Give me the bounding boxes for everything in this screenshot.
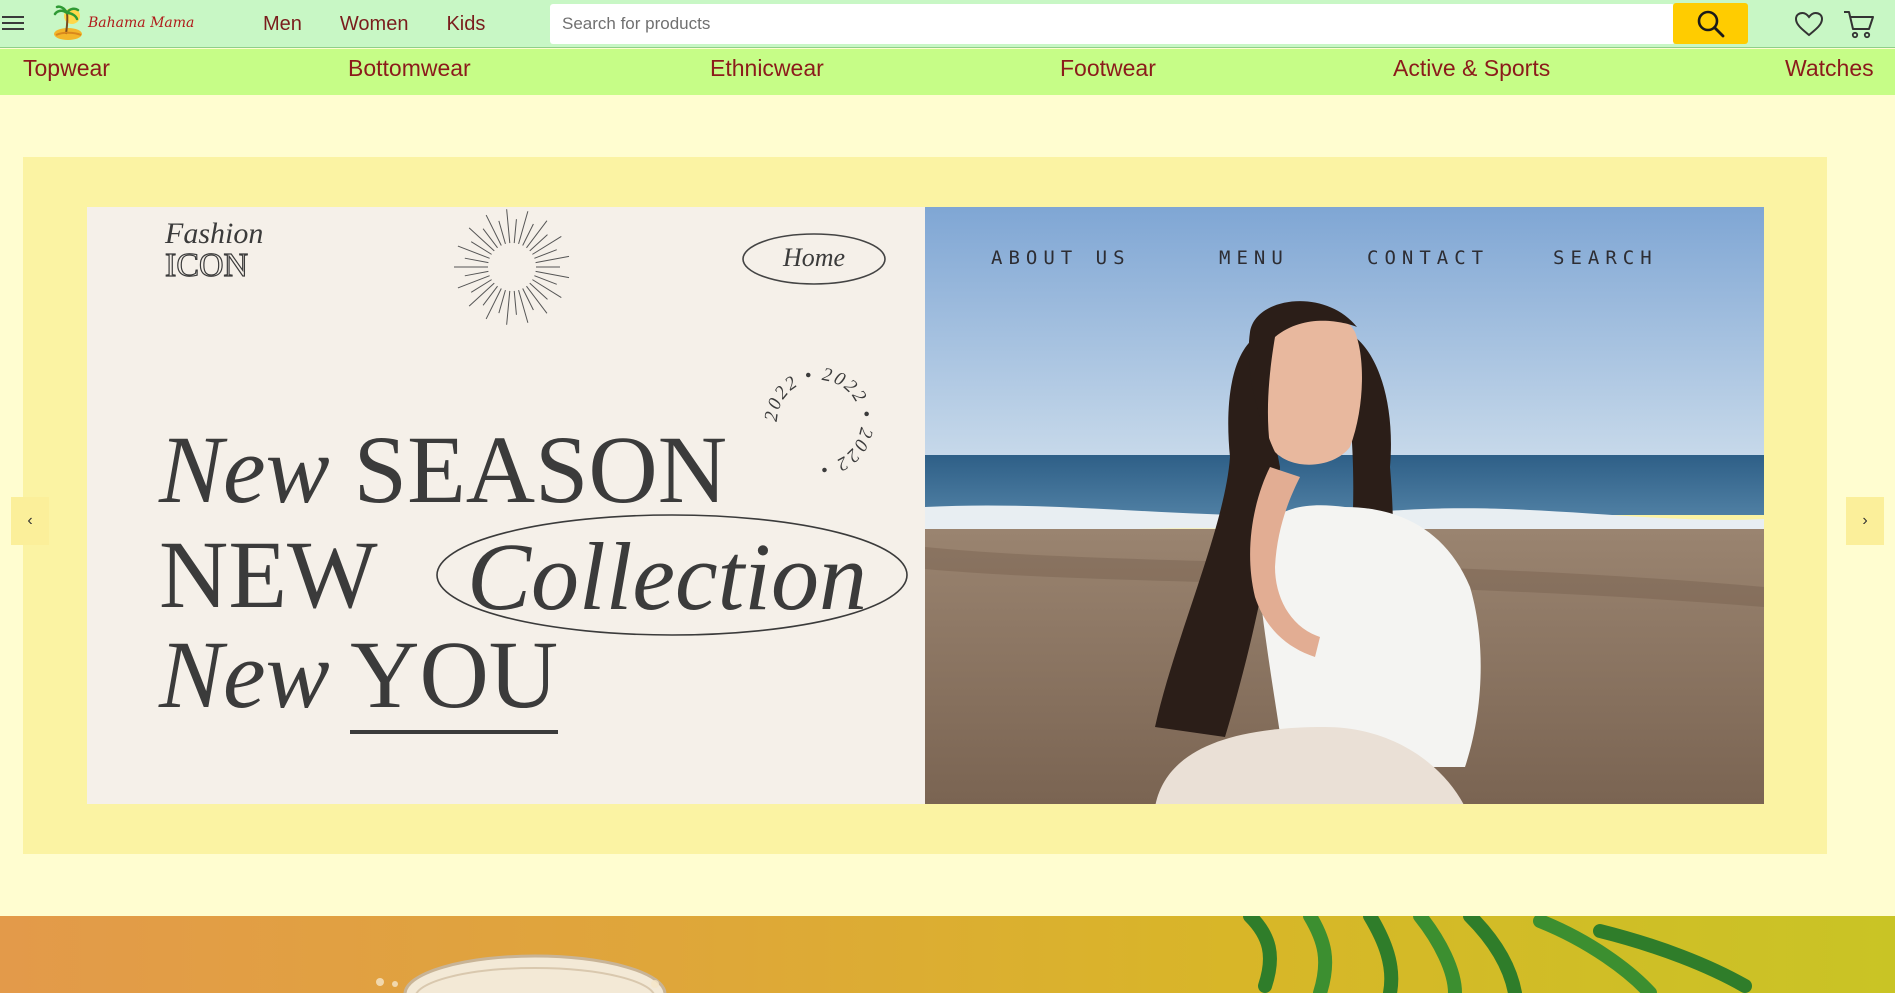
category-footwear[interactable]: Footwear xyxy=(1060,55,1156,82)
sunburst-ray xyxy=(498,289,506,314)
sunburst-ray xyxy=(457,245,490,259)
sunburst-ray xyxy=(529,282,548,300)
carousel-prev-button[interactable]: ‹ xyxy=(11,497,49,545)
headline-season: SEASON xyxy=(353,416,728,523)
banner-text-panel: Fashion ICON Home 2022 • 2022 • 2022 • N… xyxy=(87,207,925,804)
sunburst-ray xyxy=(485,214,502,246)
top-header: Bahama Mama Men Women Kids xyxy=(0,0,1895,48)
headline-new-3: New xyxy=(159,621,330,728)
category-topwear[interactable]: Topwear xyxy=(23,55,110,82)
home-badge[interactable]: Home xyxy=(742,233,886,285)
search-icon xyxy=(1697,10,1724,37)
banner-menu-about: ABOUT US xyxy=(991,247,1131,269)
sunburst-ray xyxy=(522,288,534,311)
sunburst-ray xyxy=(485,288,502,320)
headline-collection: Collection xyxy=(467,523,867,630)
sunburst-ray xyxy=(506,290,511,325)
headline-new-caps: NEW xyxy=(159,521,378,628)
sunburst-ray xyxy=(513,219,517,244)
banner-menu-contact: CONTACT xyxy=(1367,247,1490,269)
sunburst-ray xyxy=(535,255,570,264)
sunburst-ray xyxy=(506,209,511,244)
main-nav: Men Women Kids xyxy=(263,0,485,48)
nav-men[interactable]: Men xyxy=(263,13,302,36)
year-badge-text: 2022 • 2022 • 2022 • xyxy=(761,364,875,480)
home-label: Home xyxy=(782,243,846,272)
sunburst-ray xyxy=(513,290,517,315)
cart-button[interactable] xyxy=(1843,9,1875,39)
sunburst-ray xyxy=(532,279,562,298)
brand-name: Bahama Mama xyxy=(88,15,195,31)
headline-line-2: NEW xyxy=(159,527,378,623)
sunburst-ray xyxy=(482,228,498,249)
banner-photo: ABOUT US MENU CONTACT SEARCH xyxy=(925,207,1764,804)
category-watches[interactable]: Watches xyxy=(1785,55,1874,82)
promo-decoration-image xyxy=(376,916,1752,993)
sunburst-ray xyxy=(535,270,570,279)
wishlist-button[interactable] xyxy=(1793,9,1825,39)
search-button[interactable] xyxy=(1673,3,1748,44)
logo-icon xyxy=(52,4,86,42)
category-active-sports[interactable]: Active & Sports xyxy=(1393,55,1550,82)
banner-menu-search: SEARCH xyxy=(1553,247,1658,269)
sunburst-ray xyxy=(529,234,548,252)
chevron-right-icon: › xyxy=(1862,512,1868,529)
category-bottomwear[interactable]: Bottomwear xyxy=(348,55,471,82)
nav-kids[interactable]: Kids xyxy=(446,13,485,36)
category-bar: Topwear Bottomwear Ethnicwear Footwear A… xyxy=(0,49,1895,95)
sunburst-ray xyxy=(522,223,534,246)
banner-brand-line1: Fashion xyxy=(165,217,264,250)
carousel-next-button[interactable]: › xyxy=(1846,497,1884,545)
hero-banner-slide[interactable]: Fashion ICON Home 2022 • 2022 • 2022 • N… xyxy=(87,207,1764,804)
banner-menu-menu: MENU xyxy=(1219,247,1289,269)
year-circle-badge: 2022 • 2022 • 2022 • xyxy=(761,364,877,480)
menu-icon[interactable] xyxy=(2,12,24,34)
sunburst-ray xyxy=(532,236,562,255)
banner-brand-line2: ICON xyxy=(164,247,249,284)
sunburst-ray xyxy=(457,275,490,289)
headline-line-3: New YOU xyxy=(159,621,559,734)
nav-women[interactable]: Women xyxy=(340,13,409,36)
sunburst-ray xyxy=(526,220,548,249)
sunburst-ray xyxy=(468,227,495,252)
search-box xyxy=(550,4,1675,44)
heart-icon xyxy=(1794,11,1824,37)
sunburst-ray xyxy=(526,285,548,314)
sunburst-ray xyxy=(498,220,506,245)
search-input[interactable] xyxy=(550,4,1673,44)
sunburst-ray xyxy=(482,285,498,306)
headline-line-1: New SEASON xyxy=(159,422,727,518)
beach-photo-image xyxy=(925,207,1764,804)
brand-logo[interactable]: Bahama Mama xyxy=(52,3,194,43)
headline-you: YOU xyxy=(350,621,559,734)
svg-text:2022 • 2022 • 2022 •: 2022 • 2022 • 2022 • xyxy=(761,364,877,480)
chevron-left-icon: ‹ xyxy=(27,512,33,529)
sunburst-ray xyxy=(464,257,489,264)
promo-banner xyxy=(0,916,1895,993)
sunburst-ray xyxy=(464,270,489,277)
headline-new-1: New xyxy=(159,416,330,523)
sunburst-icon xyxy=(454,209,570,325)
cart-icon xyxy=(1844,11,1874,39)
banner-menu: ABOUT US MENU CONTACT SEARCH xyxy=(925,247,1764,277)
sunburst-ray xyxy=(468,282,495,307)
category-ethnicwear[interactable]: Ethnicwear xyxy=(710,55,824,82)
